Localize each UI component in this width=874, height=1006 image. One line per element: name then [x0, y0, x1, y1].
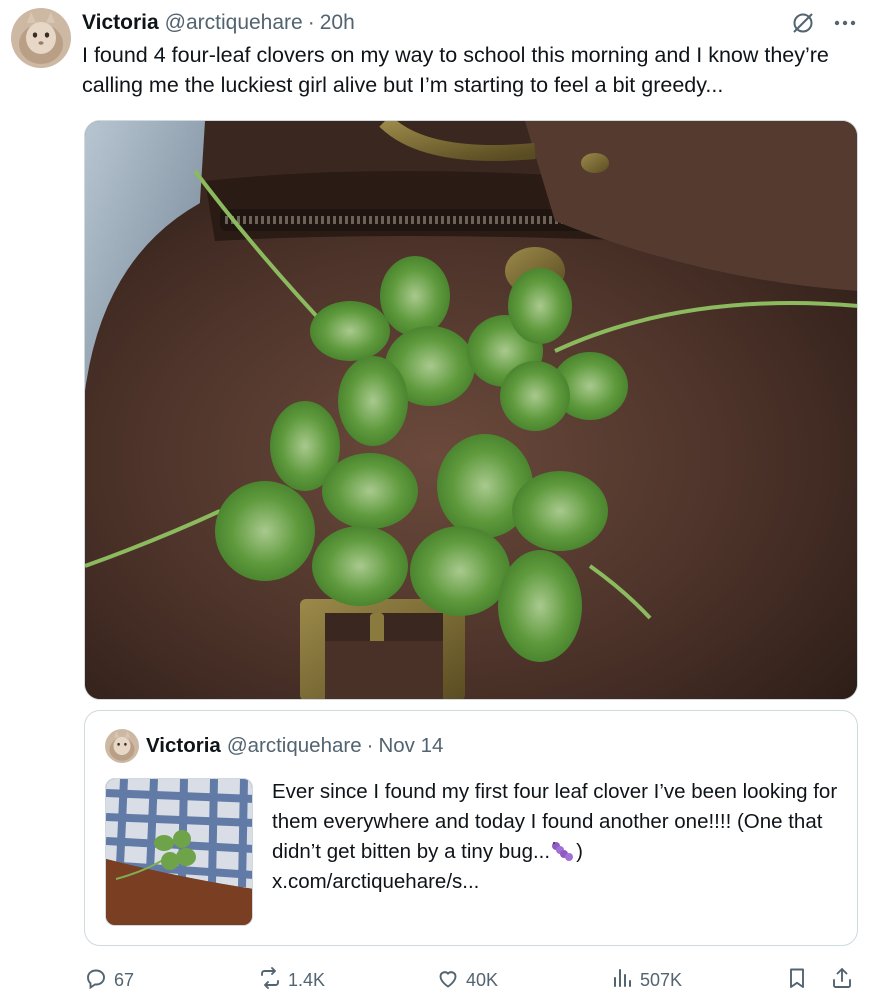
tweet-text: I found 4 four-leaf clovers on my way to…: [82, 43, 829, 97]
timestamp[interactable]: 20h: [320, 11, 355, 35]
bookmark-icon: [785, 966, 809, 995]
share-button[interactable]: [830, 962, 854, 998]
share-icon: [830, 966, 854, 995]
views-button[interactable]: 507K: [610, 962, 682, 998]
repost-count: 1.4K: [288, 969, 326, 990]
reply-icon: [84, 966, 108, 995]
quote-thumbnail: [105, 778, 253, 926]
quote-avatar[interactable]: [105, 729, 139, 763]
action-bar: 67 1.4K 40K 507K: [0, 962, 874, 998]
bookmark-button[interactable]: [785, 962, 809, 998]
quote-link[interactable]: x.com/arctiquehare/s...: [272, 870, 479, 893]
quote-author-name: Victoria: [146, 734, 221, 757]
views-count: 507K: [640, 969, 683, 990]
author-handle[interactable]: @arctiquehare: [165, 11, 303, 35]
tweet-photo[interactable]: [84, 120, 858, 700]
tweet: Victoria @arctiquehare · 20h I found 4 f…: [0, 0, 874, 1006]
quote-text-end: ): [576, 840, 583, 863]
quote-header: Victoria @arctiquehare · Nov 14: [146, 731, 443, 761]
quoted-tweet[interactable]: Victoria @arctiquehare · Nov 14 Ever sin…: [84, 710, 858, 946]
separator-dot: ·: [307, 11, 315, 34]
grok-icon[interactable]: [790, 10, 816, 36]
like-count: 40K: [466, 969, 499, 990]
reply-count: 67: [114, 969, 135, 990]
reply-button[interactable]: 67: [84, 962, 134, 998]
quote-date: Nov 14: [378, 734, 444, 757]
more-icon[interactable]: [830, 10, 860, 36]
author-name[interactable]: Victoria: [82, 11, 159, 35]
caterpillar-emoji-icon: [550, 840, 576, 862]
heart-icon: [436, 966, 460, 995]
tweet-header: Victoria @arctiquehare · 20h: [82, 8, 355, 38]
like-button[interactable]: 40K: [436, 962, 498, 998]
avatar[interactable]: [11, 8, 71, 68]
quote-text: Ever since I found my first four leaf cl…: [272, 777, 852, 897]
repost-icon: [258, 966, 282, 995]
quote-separator-dot: ·: [366, 734, 374, 757]
repost-button[interactable]: 1.4K: [258, 962, 325, 998]
views-icon: [610, 966, 634, 995]
quote-author-handle: @arctiquehare: [226, 734, 362, 757]
